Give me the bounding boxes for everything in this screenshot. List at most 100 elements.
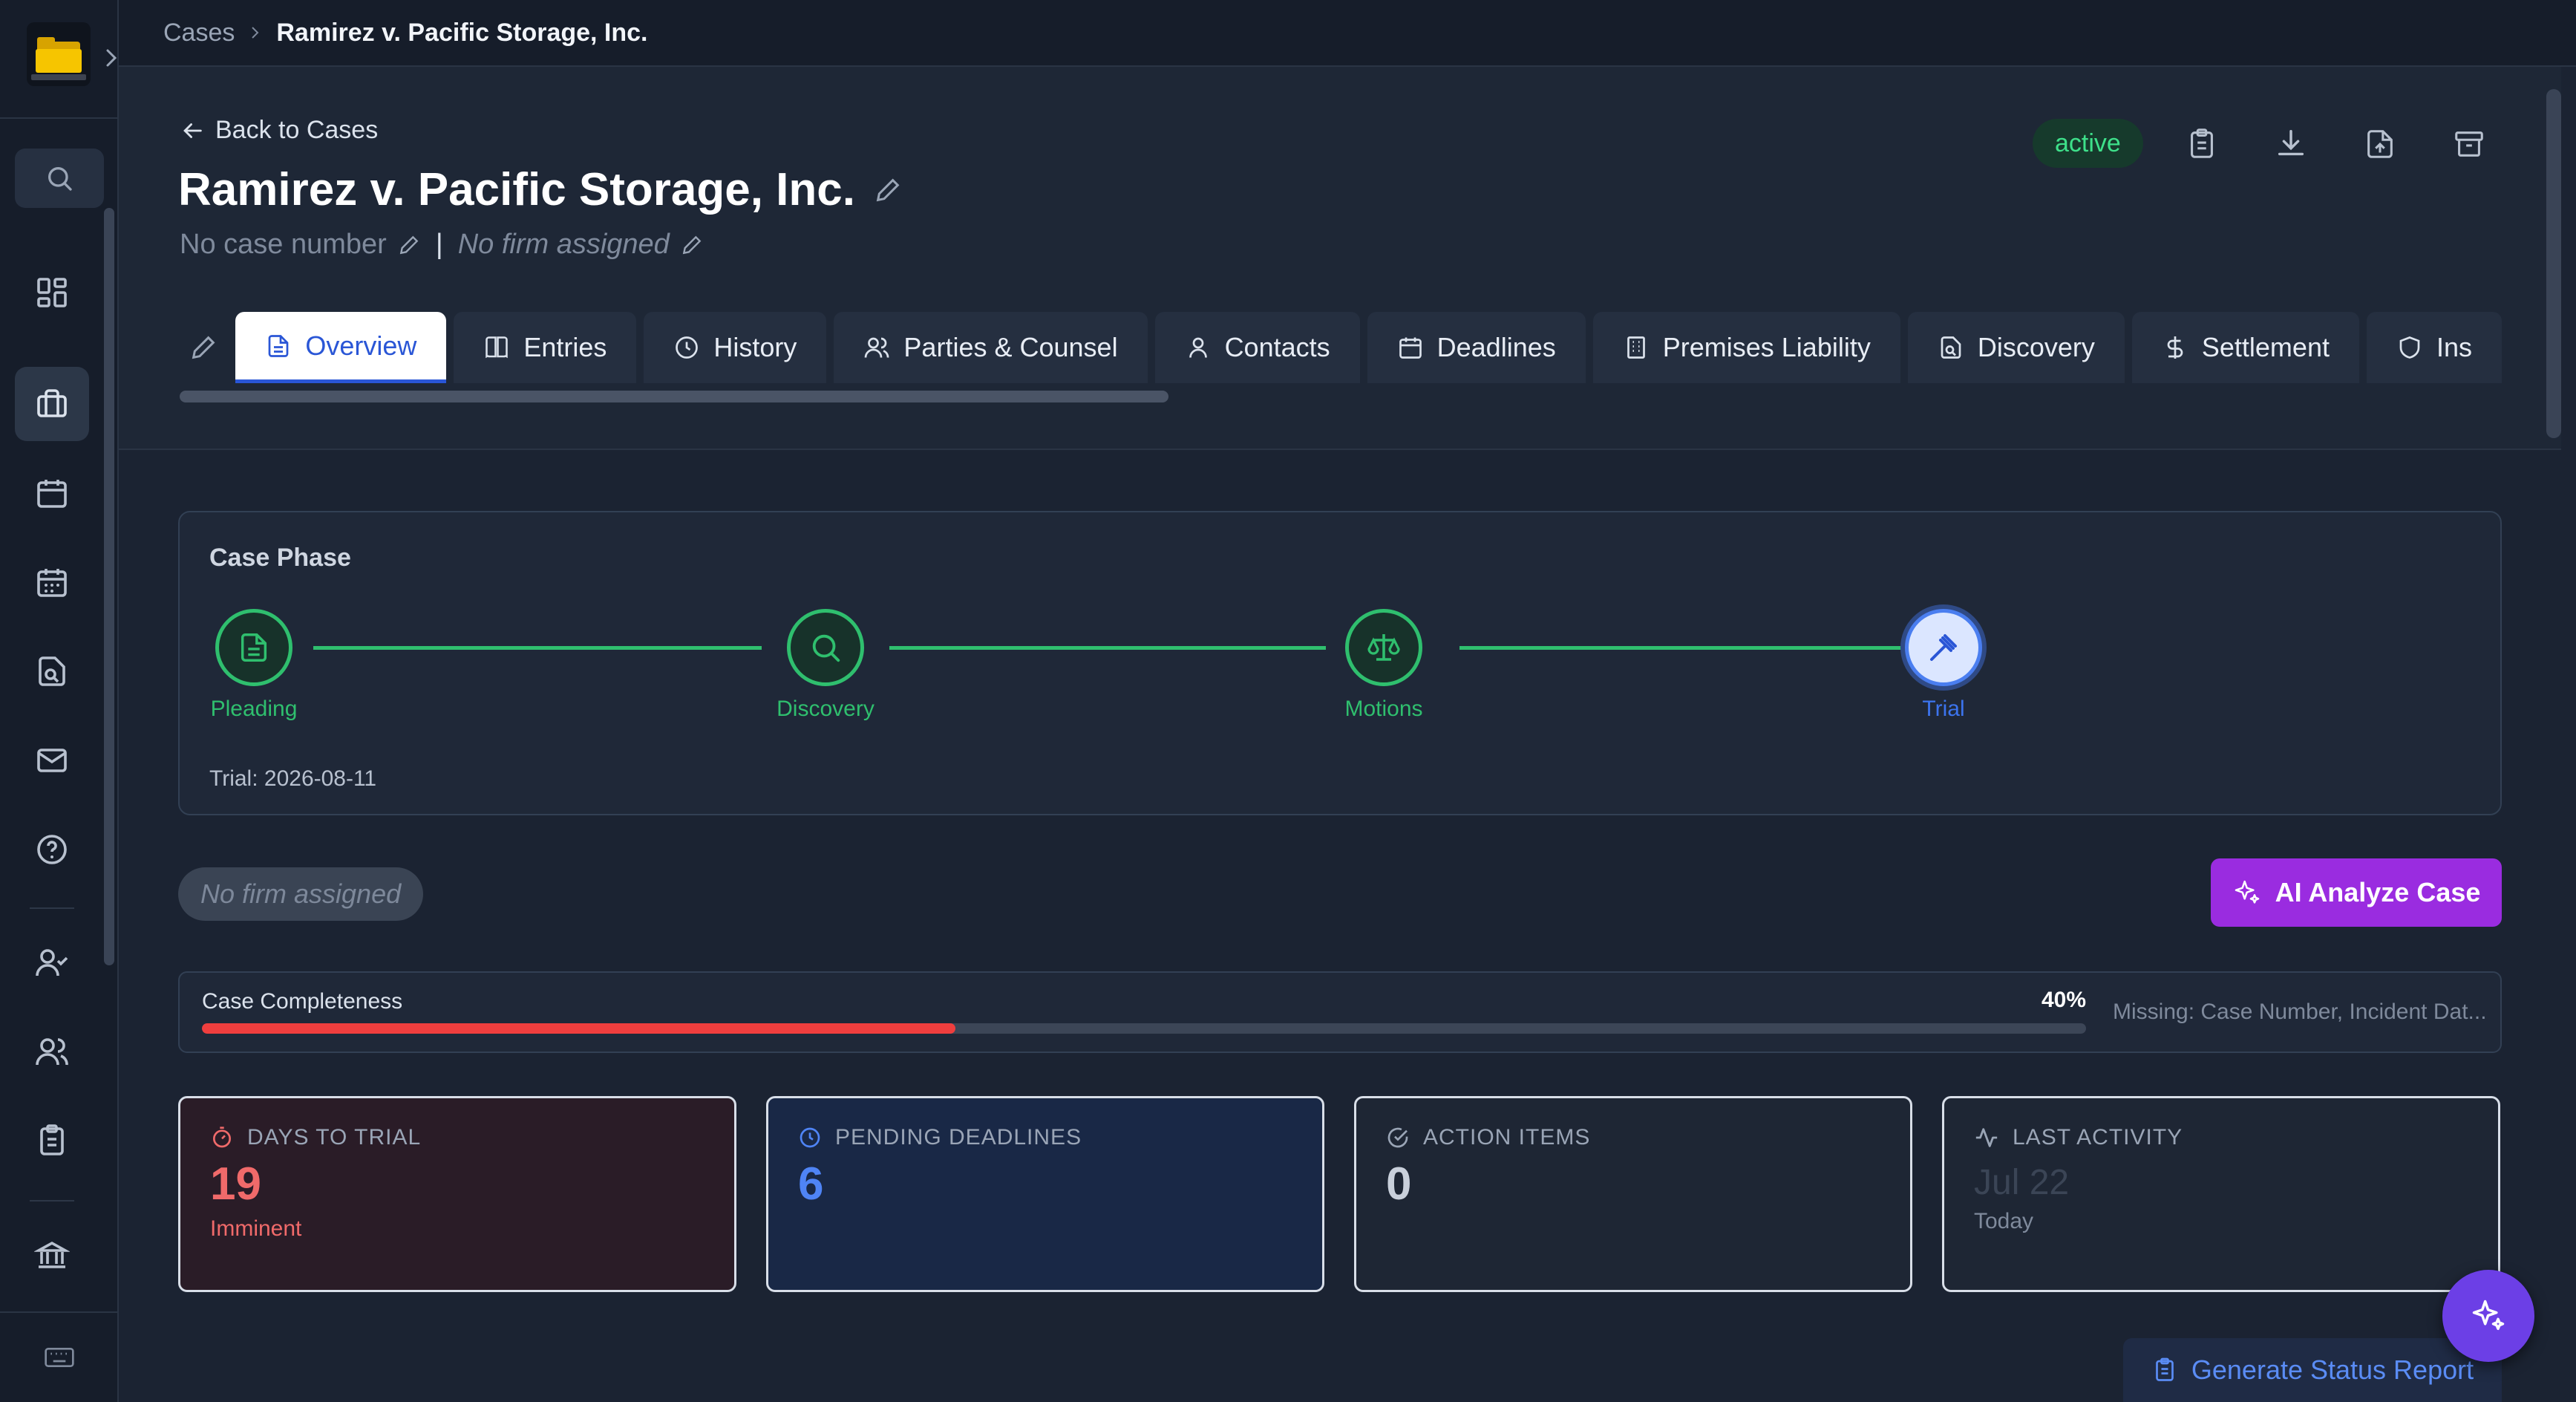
phase-step-pleading[interactable] [215, 609, 292, 686]
status-badge: active [2033, 119, 2143, 168]
tab-scrollbar[interactable] [180, 391, 1168, 402]
phase-step-trial[interactable] [1905, 609, 1982, 686]
dollar-icon [2167, 336, 2183, 359]
phase-label: Motions [1344, 697, 1423, 721]
completeness-label: Case Completeness [202, 989, 403, 1014]
phase-step-motions[interactable] [1345, 609, 1422, 686]
tab-label: History [713, 332, 797, 362]
sidebar-item-mail[interactable] [15, 723, 89, 798]
sidebar-item-help[interactable] [15, 812, 89, 887]
app-logo[interactable] [27, 22, 91, 86]
pencil-icon[interactable] [397, 233, 421, 257]
export-button[interactable] [2358, 122, 2402, 166]
tab-deadlines[interactable]: Deadlines [1367, 312, 1586, 383]
stat-value: 0 [1386, 1158, 1412, 1210]
archive-button[interactable] [2447, 122, 2491, 166]
book-icon [486, 336, 509, 359]
sidebar-item-documents[interactable] [15, 634, 89, 708]
phase-label: Trial [1922, 697, 1965, 721]
calendar-grid-icon [37, 569, 67, 597]
tab-parties-counsel[interactable]: Parties & Counsel [834, 312, 1148, 383]
pencil-icon[interactable] [873, 175, 903, 205]
tab-entries[interactable]: Entries [454, 312, 637, 383]
stat-action-items[interactable]: ACTION ITEMS 0 [1354, 1096, 1912, 1292]
scale-icon [1367, 634, 1400, 661]
generate-status-report-button[interactable]: Generate Status Report [2123, 1338, 2502, 1402]
sidebar-scrollbar[interactable] [104, 208, 114, 965]
file-search-icon [39, 656, 65, 686]
tab-discovery[interactable]: Discovery [1907, 312, 2125, 383]
sidebar-item-calendar[interactable] [15, 456, 89, 530]
stat-pending-deadlines[interactable]: PENDING DEADLINES 6 [766, 1096, 1324, 1292]
clock-icon [676, 336, 699, 359]
clipboard-icon [2191, 128, 2213, 158]
tab-label: Parties & Counsel [903, 332, 1118, 362]
courthouse-icon [34, 1241, 70, 1268]
tab-bar: Overview Entries History Parties & Couns… [178, 312, 2502, 383]
completeness-fill [202, 1023, 956, 1034]
search-button[interactable] [15, 149, 104, 208]
stat-label: LAST ACTIVITY [2013, 1125, 2183, 1150]
sidebar-item-courts[interactable] [15, 1218, 89, 1292]
meta-divider: | [435, 229, 443, 260]
chevron-right-icon [251, 25, 260, 40]
sidebar-item-tasks[interactable] [15, 1103, 89, 1178]
stat-label: DAYS TO TRIAL [247, 1125, 422, 1150]
user-check-icon [36, 949, 68, 976]
phase-step-discovery[interactable] [787, 609, 864, 686]
trial-date: Trial: 2026-08-11 [209, 766, 377, 791]
tab-overview[interactable]: Overview [235, 312, 447, 383]
breadcrumb: Cases Ramirez v. Pacific Storage, Inc. [119, 0, 2576, 67]
stat-days-to-trial[interactable]: DAYS TO TRIAL 19 Imminent [178, 1096, 736, 1292]
tab-contacts[interactable]: Contacts [1154, 312, 1360, 383]
page-title: Ramirez v. Pacific Storage, Inc. [178, 163, 903, 216]
case-phase-card: Case Phase Pleading Discovery Motions Tr… [178, 511, 2502, 815]
keyboard-shortcuts-button[interactable] [41, 1343, 78, 1372]
tab-settlement[interactable]: Settlement [2131, 312, 2359, 383]
sidebar [0, 0, 119, 1402]
tab-insurance[interactable]: Ins [2366, 312, 2502, 383]
search-icon [48, 167, 72, 191]
user-icon [1189, 337, 1207, 358]
phase-connector [1459, 646, 1914, 650]
ai-assistant-fab[interactable] [2442, 1270, 2534, 1362]
sidebar-item-team[interactable] [15, 1014, 89, 1089]
stat-label: ACTION ITEMS [1423, 1125, 1591, 1150]
phase-label: Pleading [210, 697, 298, 721]
stat-value: 6 [798, 1158, 824, 1210]
tab-premises-liability[interactable]: Premises Liability [1592, 312, 1900, 383]
pencil-icon[interactable] [680, 233, 704, 257]
briefcase-icon [37, 389, 67, 417]
activity-icon [1975, 1128, 1998, 1147]
chevron-right-icon[interactable] [104, 45, 119, 71]
back-to-cases-link[interactable]: Back to Cases [180, 116, 378, 145]
sidebar-item-user-check[interactable] [15, 925, 89, 1000]
case-phase-title: Case Phase [209, 544, 351, 572]
tab-history[interactable]: History [644, 312, 827, 383]
breadcrumb-cases-link[interactable]: Cases [163, 19, 235, 48]
tab-label: Ins [2436, 332, 2472, 362]
download-button[interactable] [2269, 122, 2313, 166]
sidebar-item-cases[interactable] [15, 367, 89, 441]
stat-value: 19 [210, 1158, 261, 1210]
edit-tabs-button[interactable] [178, 312, 228, 383]
keyboard-icon [45, 1348, 74, 1367]
shield-icon [2399, 336, 2420, 359]
ai-analyze-button[interactable]: AI Analyze Case [2211, 858, 2502, 927]
case-number: No case number [180, 229, 387, 260]
building-icon [1627, 336, 1645, 359]
arrow-left-icon [183, 123, 202, 138]
case-completeness: Case Completeness 40% Missing: Case Numb… [178, 971, 2502, 1053]
case-header: Back to Cases Ramirez v. Pacific Storage… [119, 67, 2561, 450]
page-scrollbar[interactable] [2546, 89, 2561, 438]
tab-label: Contacts [1224, 332, 1330, 362]
sidebar-item-schedule[interactable] [15, 545, 89, 619]
completeness-bar [202, 1023, 2086, 1034]
stat-last-activity[interactable]: LAST ACTIVITY Jul 22 Today [1942, 1096, 2500, 1292]
clipboard-icon [40, 1124, 64, 1155]
firm-name: No firm assigned [457, 229, 670, 260]
sidebar-item-dashboard[interactable] [15, 255, 89, 330]
file-upload-icon [2367, 130, 2393, 158]
clock-icon [800, 1127, 820, 1148]
clipboard-button[interactable] [2180, 122, 2224, 166]
